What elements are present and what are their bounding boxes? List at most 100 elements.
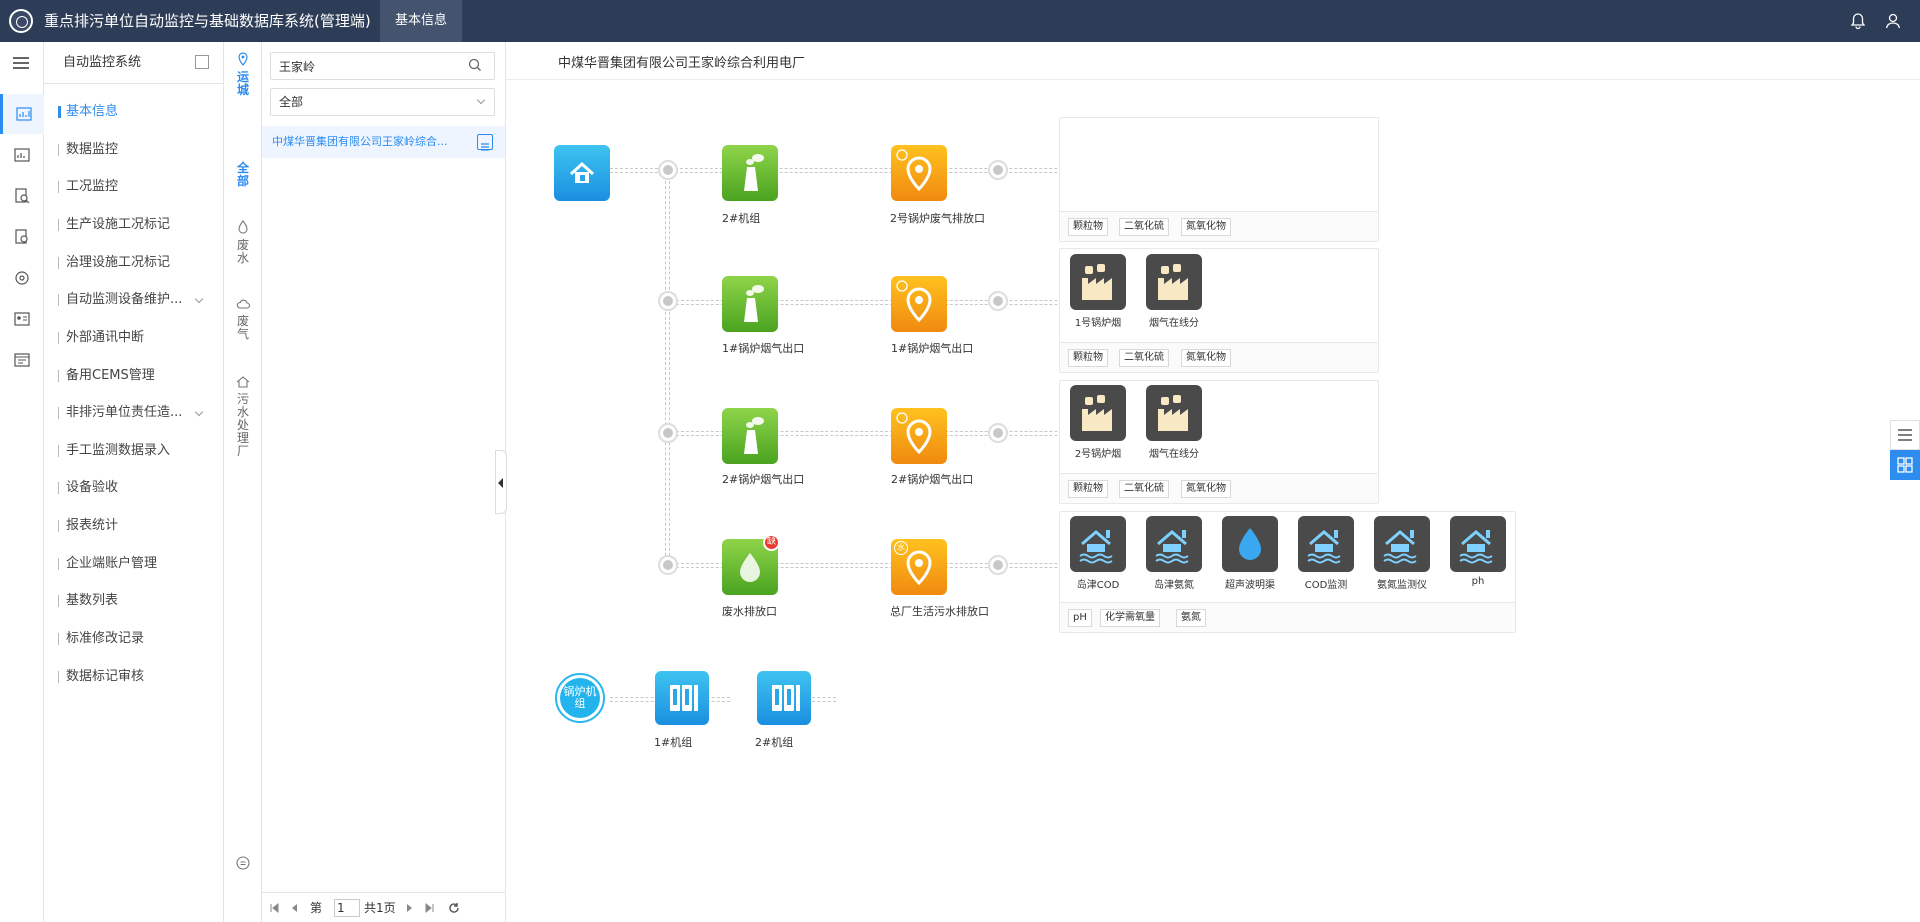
nav-item-condition-monitor[interactable]: 工况监控 [58, 177, 118, 197]
junction-node [658, 555, 678, 575]
pollutant-tag[interactable]: 氮氧化物 [1181, 349, 1231, 367]
unit-node[interactable] [655, 671, 709, 725]
pollutant-tag[interactable]: 化学需氧量 [1100, 609, 1160, 627]
list-item[interactable]: 中煤华晋集团有限公司王家岭综合... [262, 126, 505, 158]
map-pin-icon [896, 412, 932, 455]
tag-bar: 颗粒物 二氧化硫 氮氧化物 [1060, 342, 1378, 372]
source-node[interactable] [722, 408, 778, 464]
category-label: 废水 [236, 238, 249, 265]
nav-item-backup-cems[interactable]: 备用CEMS管理 [58, 366, 155, 386]
divider [506, 79, 1920, 80]
nav-item-standard-log[interactable]: 标准修改记录 [58, 629, 144, 649]
info-icon[interactable] [236, 856, 250, 870]
pollutant-tag[interactable]: 颗粒物 [1068, 218, 1108, 236]
source-node[interactable] [722, 276, 778, 332]
filter-select[interactable]: 全部 [270, 88, 495, 116]
top-bar: 重点排污单位自动监控与基础数据库系统(管理端) 基本信息 [0, 0, 1920, 42]
rail-audit-icon[interactable] [0, 217, 44, 257]
prev-page-icon[interactable] [288, 902, 300, 914]
nav-item-equipment-maintenance[interactable]: 自动监测设备维护... [58, 290, 204, 310]
pollutant-tag[interactable]: 氮氧化物 [1181, 218, 1231, 236]
category-wastewater[interactable]: 废水 [224, 220, 262, 265]
junction-node [658, 423, 678, 443]
nav-item-data-monitor[interactable]: 数据监控 [58, 140, 118, 160]
tab-basic-info[interactable]: 基本信息 [380, 0, 462, 42]
nav-item-manual-entry[interactable]: 手工监测数据录入 [58, 441, 170, 461]
device-panel: 1号锅炉烟 烟气在线分 颗粒物 二氧化硫 氮氧化物 [1059, 248, 1379, 373]
pollutant-tag[interactable]: 颗粒物 [1068, 480, 1108, 498]
rail-search-doc-icon[interactable] [0, 176, 44, 216]
category-region[interactable]: 运城 [224, 52, 262, 97]
search-input[interactable] [270, 52, 495, 80]
next-page-icon[interactable] [404, 902, 416, 914]
nav-item-accounts[interactable]: 企业端账户管理 [58, 554, 157, 574]
rail-card-icon[interactable] [0, 299, 44, 339]
pollutant-tag[interactable]: 颗粒物 [1068, 349, 1108, 367]
category-all[interactable]: 全部 [224, 160, 262, 188]
main-content: 中煤华晋集团有限公司王家岭综合利用电厂 2#机组 2号锅炉废气排放口 颗粒物 二… [506, 42, 1920, 922]
nav-item-acceptance[interactable]: 设备验收 [58, 478, 118, 498]
missing-badge: 缺 [763, 534, 780, 551]
company-node[interactable] [554, 145, 610, 201]
page-input[interactable]: 1 [334, 899, 360, 917]
location-icon [238, 52, 248, 66]
nav-item-base-list[interactable]: 基数列表 [58, 591, 118, 611]
nav-item-non-polluter[interactable]: 非排污单位责任造... [58, 403, 204, 423]
unit-node[interactable] [757, 671, 811, 725]
emblem-logo [9, 9, 33, 33]
unit-label: 1#机组 [654, 736, 693, 749]
map-pin-icon [896, 280, 932, 323]
category-sewage-plant[interactable]: 污水处理厂 [224, 376, 262, 458]
icon-rail [0, 42, 44, 922]
outlet-label: 2号锅炉废气排放口 [890, 212, 985, 225]
grid-view-icon[interactable] [1890, 450, 1920, 480]
water-house-icon [1450, 516, 1506, 572]
outlet-node[interactable] [891, 145, 947, 201]
pollutant-tag[interactable]: pH [1068, 609, 1092, 627]
server-icon [670, 685, 698, 711]
tag-bar: 颗粒物 二氧化硫 氮氧化物 [1060, 211, 1378, 241]
nav-item-production-marking[interactable]: 生产设施工况标记 [58, 215, 170, 235]
nav-item-treatment-marking[interactable]: 治理设施工况标记 [58, 253, 170, 273]
outlet-label: 1#锅炉烟气出口 [891, 342, 974, 355]
outlet-node[interactable] [891, 276, 947, 332]
bell-icon[interactable] [1849, 12, 1867, 30]
nav-item-basic-info[interactable]: 基本信息 [58, 102, 118, 122]
user-icon[interactable] [1884, 12, 1902, 30]
page-total: 共1页 [364, 901, 396, 915]
rail-monitor-icon[interactable] [0, 94, 44, 134]
junction-node [988, 423, 1008, 443]
pollutant-tag[interactable]: 氨氮 [1176, 609, 1206, 627]
pollutant-tag[interactable]: 二氧化硫 [1119, 218, 1169, 236]
pollutant-tag[interactable]: 二氧化硫 [1119, 349, 1169, 367]
outlet-node[interactable] [891, 408, 947, 464]
refresh-icon[interactable] [448, 902, 460, 914]
factory-icon [1146, 385, 1202, 441]
water-house-icon [1374, 516, 1430, 572]
pollutant-tag[interactable]: 氮氧化物 [1181, 480, 1231, 498]
search-icon[interactable] [468, 58, 482, 72]
device-panel: 岛津COD 岛津氨氮 超声波明渠 COD监测 氨氮监测仪 ph pH 化学需氧量… [1059, 511, 1516, 633]
rail-chart-icon[interactable] [0, 135, 44, 175]
source-node[interactable] [722, 145, 778, 201]
detail-icon[interactable] [477, 134, 493, 151]
first-page-icon[interactable] [268, 902, 280, 914]
menu-icon[interactable] [12, 56, 30, 70]
water-badge: 水 [894, 541, 908, 555]
last-page-icon[interactable] [424, 902, 436, 914]
nav-item-mark-review[interactable]: 数据标记审核 [58, 667, 144, 687]
cloud-icon [236, 299, 251, 309]
nav-item-reports[interactable]: 报表统计 [58, 516, 118, 536]
category-label: 全部 [236, 161, 249, 188]
collapse-icon[interactable] [195, 55, 209, 69]
device-panel: 2号锅炉烟 烟气在线分 颗粒物 二氧化硫 氮氧化物 [1059, 380, 1379, 504]
rail-settings-icon[interactable] [0, 258, 44, 298]
nav-item-comm-interrupt[interactable]: 外部通讯中断 [58, 328, 144, 348]
category-exhaust[interactable]: 废气 [224, 298, 262, 341]
boiler-unit-node[interactable]: 锅炉机组 [555, 673, 605, 723]
pollutant-tag[interactable]: 二氧化硫 [1119, 480, 1169, 498]
rail-report-icon[interactable] [0, 340, 44, 380]
list-view-icon[interactable] [1890, 420, 1920, 450]
house-icon [236, 376, 250, 388]
company-list-pane: 全部 中煤华晋集团有限公司王家岭综合... 第 1 共1页 [262, 42, 506, 922]
